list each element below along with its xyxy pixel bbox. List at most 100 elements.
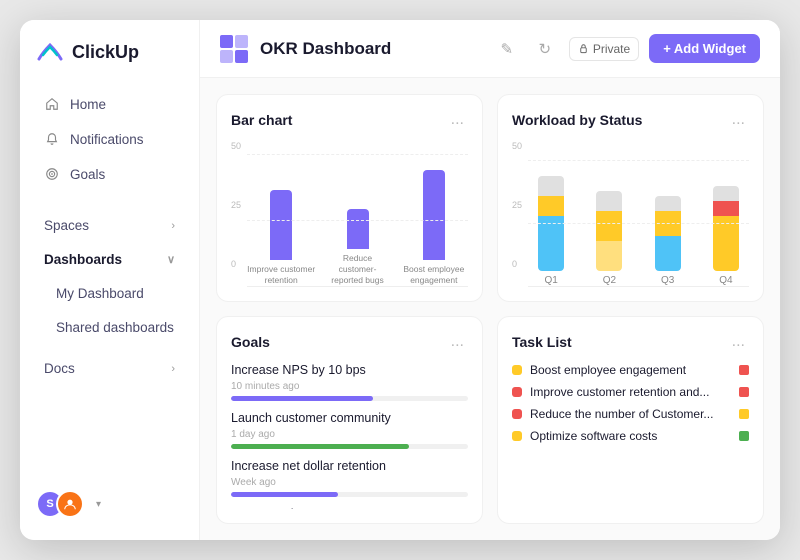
sidebar-item-docs[interactable]: Docs ›: [28, 352, 191, 385]
goal-progress-2: [231, 492, 468, 497]
task-flag-2: [739, 409, 749, 419]
task-item-3: Optimize software costs: [512, 429, 749, 443]
main-content: OKR Dashboard ✎ ↻ Private + Add Widget B…: [200, 20, 780, 540]
y-tick-25: 25: [231, 200, 241, 210]
bar-label-1: Reduce customer-reported bugs: [323, 253, 391, 286]
goal-progress-1: [231, 444, 468, 449]
clickup-logo-icon: [36, 38, 64, 66]
goal-item-3: Boost employee engagement: [231, 507, 468, 509]
wl-y-tick-50: 50: [512, 141, 522, 151]
task-name-2: Reduce the number of Customer...: [530, 407, 731, 421]
bar-chart-menu[interactable]: ...: [447, 109, 468, 131]
task-name-0: Boost employee engagement: [530, 363, 731, 377]
bell-icon: [44, 131, 60, 147]
task-list: Boost employee engagement Improve custom…: [512, 363, 749, 509]
task-name-1: Improve customer retention and...: [530, 385, 731, 399]
dashboards-label: Dashboards: [44, 252, 122, 267]
goals-list: Increase NPS by 10 bps 10 minutes ago La…: [231, 363, 468, 509]
bar-group-1: Reduce customer-reported bugs: [323, 209, 391, 286]
notifications-label: Notifications: [70, 132, 144, 147]
task-item-0: Boost employee engagement: [512, 363, 749, 377]
target-icon: [44, 166, 60, 182]
sidebar: ClickUp Home Notifications Goals: [20, 20, 200, 540]
task-flag-0: [739, 365, 749, 375]
avatar-group[interactable]: S: [36, 490, 84, 518]
logo-text: ClickUp: [72, 42, 139, 63]
spaces-section: [20, 192, 199, 208]
bar-1: [347, 209, 369, 249]
goal-time-1: 1 day ago: [231, 429, 468, 440]
task-list-title: Task List: [512, 334, 728, 350]
goals-menu[interactable]: ...: [447, 331, 468, 353]
bar-label-2: Boost employeeengagement: [403, 264, 464, 286]
avatar-secondary[interactable]: [56, 490, 84, 518]
edit-button[interactable]: ✎: [493, 35, 521, 63]
stacked-group-q1: Q1: [528, 176, 574, 286]
bar-2: [423, 170, 445, 260]
bar-chart-area: 50 25 0 Improve c: [231, 141, 468, 287]
bar-group-0: Improve customerretention: [247, 190, 315, 286]
stacked-group-q3: Q3: [645, 196, 691, 286]
spaces-chevron: ›: [171, 220, 175, 232]
task-dot-2: [512, 409, 522, 419]
goal-item-1: Launch customer community 1 day ago: [231, 411, 468, 449]
goal-time-0: 10 minutes ago: [231, 381, 468, 392]
task-name-3: Optimize software costs: [530, 429, 731, 443]
spaces-label: Spaces: [44, 218, 89, 233]
dashboards-chevron: ∨: [167, 253, 175, 266]
page-title: OKR Dashboard: [260, 39, 481, 59]
q2-label: Q2: [603, 275, 616, 286]
workload-menu[interactable]: ...: [728, 109, 749, 131]
shared-dashboards-label: Shared dashboards: [56, 320, 174, 335]
stacked-chart-area: 50 25 0: [512, 141, 749, 287]
docs-chevron: ›: [171, 363, 175, 375]
sidebar-item-notifications[interactable]: Notifications: [28, 122, 191, 156]
goal-progress-0: [231, 396, 468, 401]
task-dot-3: [512, 431, 522, 441]
logo-area: ClickUp: [20, 20, 199, 82]
task-flag-3: [739, 431, 749, 441]
goal-name-1: Launch customer community: [231, 411, 391, 425]
goal-item-0: Increase NPS by 10 bps 10 minutes ago: [231, 363, 468, 401]
sidebar-item-home[interactable]: Home: [28, 87, 191, 121]
topbar-actions: ✎ ↻ Private + Add Widget: [493, 34, 760, 63]
task-flag-1: [739, 387, 749, 397]
sidebar-item-goals[interactable]: Goals: [28, 157, 191, 191]
sidebar-item-my-dashboard[interactable]: My Dashboard: [28, 277, 191, 310]
home-label: Home: [70, 97, 106, 112]
refresh-button[interactable]: ↻: [531, 35, 559, 63]
goal-item-2: Increase net dollar retention Week ago: [231, 459, 468, 497]
task-item-1: Improve customer retention and...: [512, 385, 749, 399]
footer-chevron[interactable]: ▾: [96, 499, 101, 510]
goal-name-0: Increase NPS by 10 bps: [231, 363, 366, 377]
stacked-group-q2: Q2: [586, 191, 632, 286]
sidebar-footer: S ▾: [20, 480, 199, 528]
q1-label: Q1: [544, 275, 557, 286]
bar-group-2: Boost employeeengagement: [400, 170, 468, 286]
bar-label-0: Improve customerretention: [247, 264, 315, 286]
private-badge[interactable]: Private: [569, 37, 639, 61]
bar-chart-title: Bar chart: [231, 112, 447, 128]
lock-icon: [578, 43, 589, 54]
stacked-group-q4: Q4: [703, 186, 749, 286]
bar-0: [270, 190, 292, 260]
sidebar-item-spaces[interactable]: Spaces ›: [28, 209, 191, 242]
dashboard-icon: [220, 35, 248, 63]
workload-header: Workload by Status ...: [512, 109, 749, 131]
home-icon: [44, 96, 60, 112]
workload-widget: Workload by Status ... 50 25 0: [497, 94, 764, 302]
y-tick-0: 0: [231, 259, 241, 269]
sidebar-item-dashboards[interactable]: Dashboards ∨: [28, 243, 191, 276]
goals-nav-label: Goals: [70, 167, 105, 182]
sidebar-item-shared-dashboards[interactable]: Shared dashboards: [28, 311, 191, 344]
task-list-menu[interactable]: ...: [728, 331, 749, 353]
goal-time-2: Week ago: [231, 477, 468, 488]
add-widget-button[interactable]: + Add Widget: [649, 34, 760, 63]
goals-title: Goals: [231, 334, 447, 350]
sidebar-nav: Home Notifications Goals Spaces › Das: [20, 82, 199, 480]
topbar: OKR Dashboard ✎ ↻ Private + Add Widget: [200, 20, 780, 78]
goals-widget: Goals ... Increase NPS by 10 bps 10 minu…: [216, 316, 483, 524]
wl-y-tick-25: 25: [512, 200, 522, 210]
workload-title: Workload by Status: [512, 112, 728, 128]
task-dot-0: [512, 365, 522, 375]
